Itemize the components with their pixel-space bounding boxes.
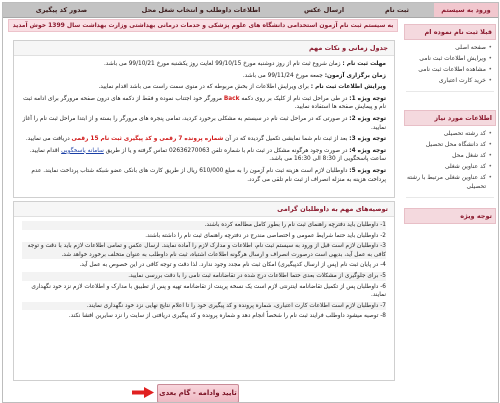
recommendation-item: 2- داوطلبان باید حتما شرایط عمومی و اختص… [145, 232, 386, 239]
schedule-card-title: جدول زمانی و نکات مهم [14, 41, 394, 56]
bullet-icon: • [488, 77, 492, 84]
red-arrow-icon [132, 387, 154, 398]
sidebar: قبلا ثبت نام نموده ام • صفحه اصلی • ویرایش… [402, 18, 498, 402]
bullet-icon: • [488, 141, 492, 148]
welcome-banner: به سیستم ثبت نام آزمون استخدامی دانشگاه … [8, 19, 398, 32]
recommendation-item: 4- در پایان ثبت نام (پس از ارسال کدپیگیر… [79, 262, 386, 269]
special-note-1: توجه ویژه 1: در طی مراحل ثبت نام از کلیک… [23, 95, 386, 111]
recommendations-card-body: 1- داوطلبان باید دفترچه راهنمای ثبت نام … [14, 217, 394, 325]
sidebar-item-edit-info[interactable]: • ویرایش اطلاعات ثبت نامی [404, 54, 492, 63]
bullet-icon: • [488, 55, 492, 62]
special-note-5: توجه ویژه 5: داوطلبان لازم است هزینه ثبت… [31, 167, 386, 183]
special-note-3: توجه ویژه 3: بعد از ثبت نام شما نمایشی ت… [25, 136, 386, 143]
sidebar-section-special-note: توجه ویژه [404, 208, 496, 224]
sidebar-section-registered: قبلا ثبت نام نموده ام [404, 24, 496, 40]
recommendation-item: 7- داوطلبان لازم است اطلاعات کارت اعتبار… [22, 301, 386, 311]
sidebar-item-buy-card[interactable]: • خرید کارت اعتباری [404, 76, 492, 85]
recommendations-card-title: توصیه‌های مهم به داوطلبان گرامی [14, 202, 394, 217]
exam-date-line: زمان برگزاری آزمون: جمعه مورخ 99/11/24 م… [242, 72, 386, 79]
sidebar-required-list: • کد رشته تحصیلی • کد دانشگاه محل تحصیل • ک… [402, 129, 498, 191]
special-note-2: توجه ویژه 2: در صورتی که در مراحل ثبت نا… [22, 115, 386, 131]
sidebar-item-job-title-code[interactable]: • کد عناوین شغلی [404, 162, 492, 171]
bullet-icon: • [488, 44, 492, 51]
recommendation-item: 3- داوطلبان لازم است قبل از ورود به سیست… [22, 242, 386, 260]
bullet-icon: • [488, 152, 492, 159]
tab-login[interactable]: ورود به سیستم [434, 3, 498, 17]
tab-send-photo[interactable]: ارسال عکس [288, 3, 360, 17]
sidebar-item-home[interactable]: • صفحه اصلی [404, 43, 492, 52]
bullet-icon: • [488, 174, 492, 181]
action-row: تایید وادامه - گام بعدی [7, 382, 399, 402]
special-note-4: توجه ویژه 4: در صورت وجود هرگونه مشکل در… [29, 147, 386, 163]
sidebar-registered-list: • صفحه اصلی • ویرایش اطلاعات ثبت نامی • مشا… [402, 43, 498, 85]
app-window: ورود به سیستم ثبت نام ارسال عکس اطلاعات … [2, 2, 499, 403]
sidebar-item-view-info[interactable]: • مشاهده اطلاعات ثبت نامی [404, 65, 492, 74]
support-system-link[interactable]: سامانه پاسخگویی [61, 148, 104, 154]
tab-applicant-info[interactable]: اطلاعات داوطلب و انتخاب شغل محل [116, 3, 286, 17]
recommendation-item: 1- داوطلبان باید دفترچه راهنمای ثبت نام … [22, 221, 386, 230]
edit-info-line: ویرایش اطلاعات ثبت نام : برای ویرایش اطل… [98, 84, 386, 91]
top-tab-bar: ورود به سیستم ثبت نام ارسال عکس اطلاعات … [3, 3, 498, 18]
bullet-icon: • [488, 66, 492, 73]
sidebar-item-related-job-code[interactable]: • کد عناوین شغلی مرتبط با رشته تحصیلی [404, 173, 492, 191]
sidebar-item-university-code[interactable]: • کد دانشگاه محل تحصیل [404, 140, 492, 149]
divider [406, 91, 494, 92]
recommendation-item: 6- داوطلبان پس از تکمیل تقاضانامه اینترن… [31, 283, 386, 299]
sidebar-item-field-code[interactable]: • کد رشته تحصیلی [404, 129, 492, 138]
recommendations-card: توصیه‌های مهم به داوطلبان گرامی 1- داوطل… [13, 201, 395, 381]
sidebar-item-job-location-code[interactable]: • کد شغل محل [404, 151, 492, 160]
tab-tracking-code[interactable]: صدور کد پیگیری [9, 3, 114, 17]
schedule-card: جدول زمانی و نکات مهم مهلت ثبت نام : زما… [13, 40, 395, 198]
recommendation-item: 5- برای جلوگیری از مشکلات بعدی حتما اطلا… [22, 271, 386, 281]
bullet-icon: • [488, 130, 492, 137]
divider [406, 197, 494, 198]
tab-registration[interactable]: ثبت نام [362, 3, 432, 17]
bullet-icon: • [488, 163, 492, 170]
sidebar-section-required-info: اطلاعات مورد نیاز [404, 110, 496, 126]
schedule-card-body: مهلت ثبت نام : زمان شروع ثبت نام از روز … [14, 56, 394, 189]
recommendation-item: 8- توصیه میشود داوطلب فرایند ثبت نام را … [68, 313, 386, 320]
main-content: به سیستم ثبت نام آزمون استخدامی دانشگاه … [7, 18, 399, 402]
confirm-continue-button[interactable]: تایید وادامه - گام بعدی [157, 384, 239, 402]
deadline-line: مهلت ثبت نام : زمان شروع ثبت نام از روز … [103, 61, 386, 67]
